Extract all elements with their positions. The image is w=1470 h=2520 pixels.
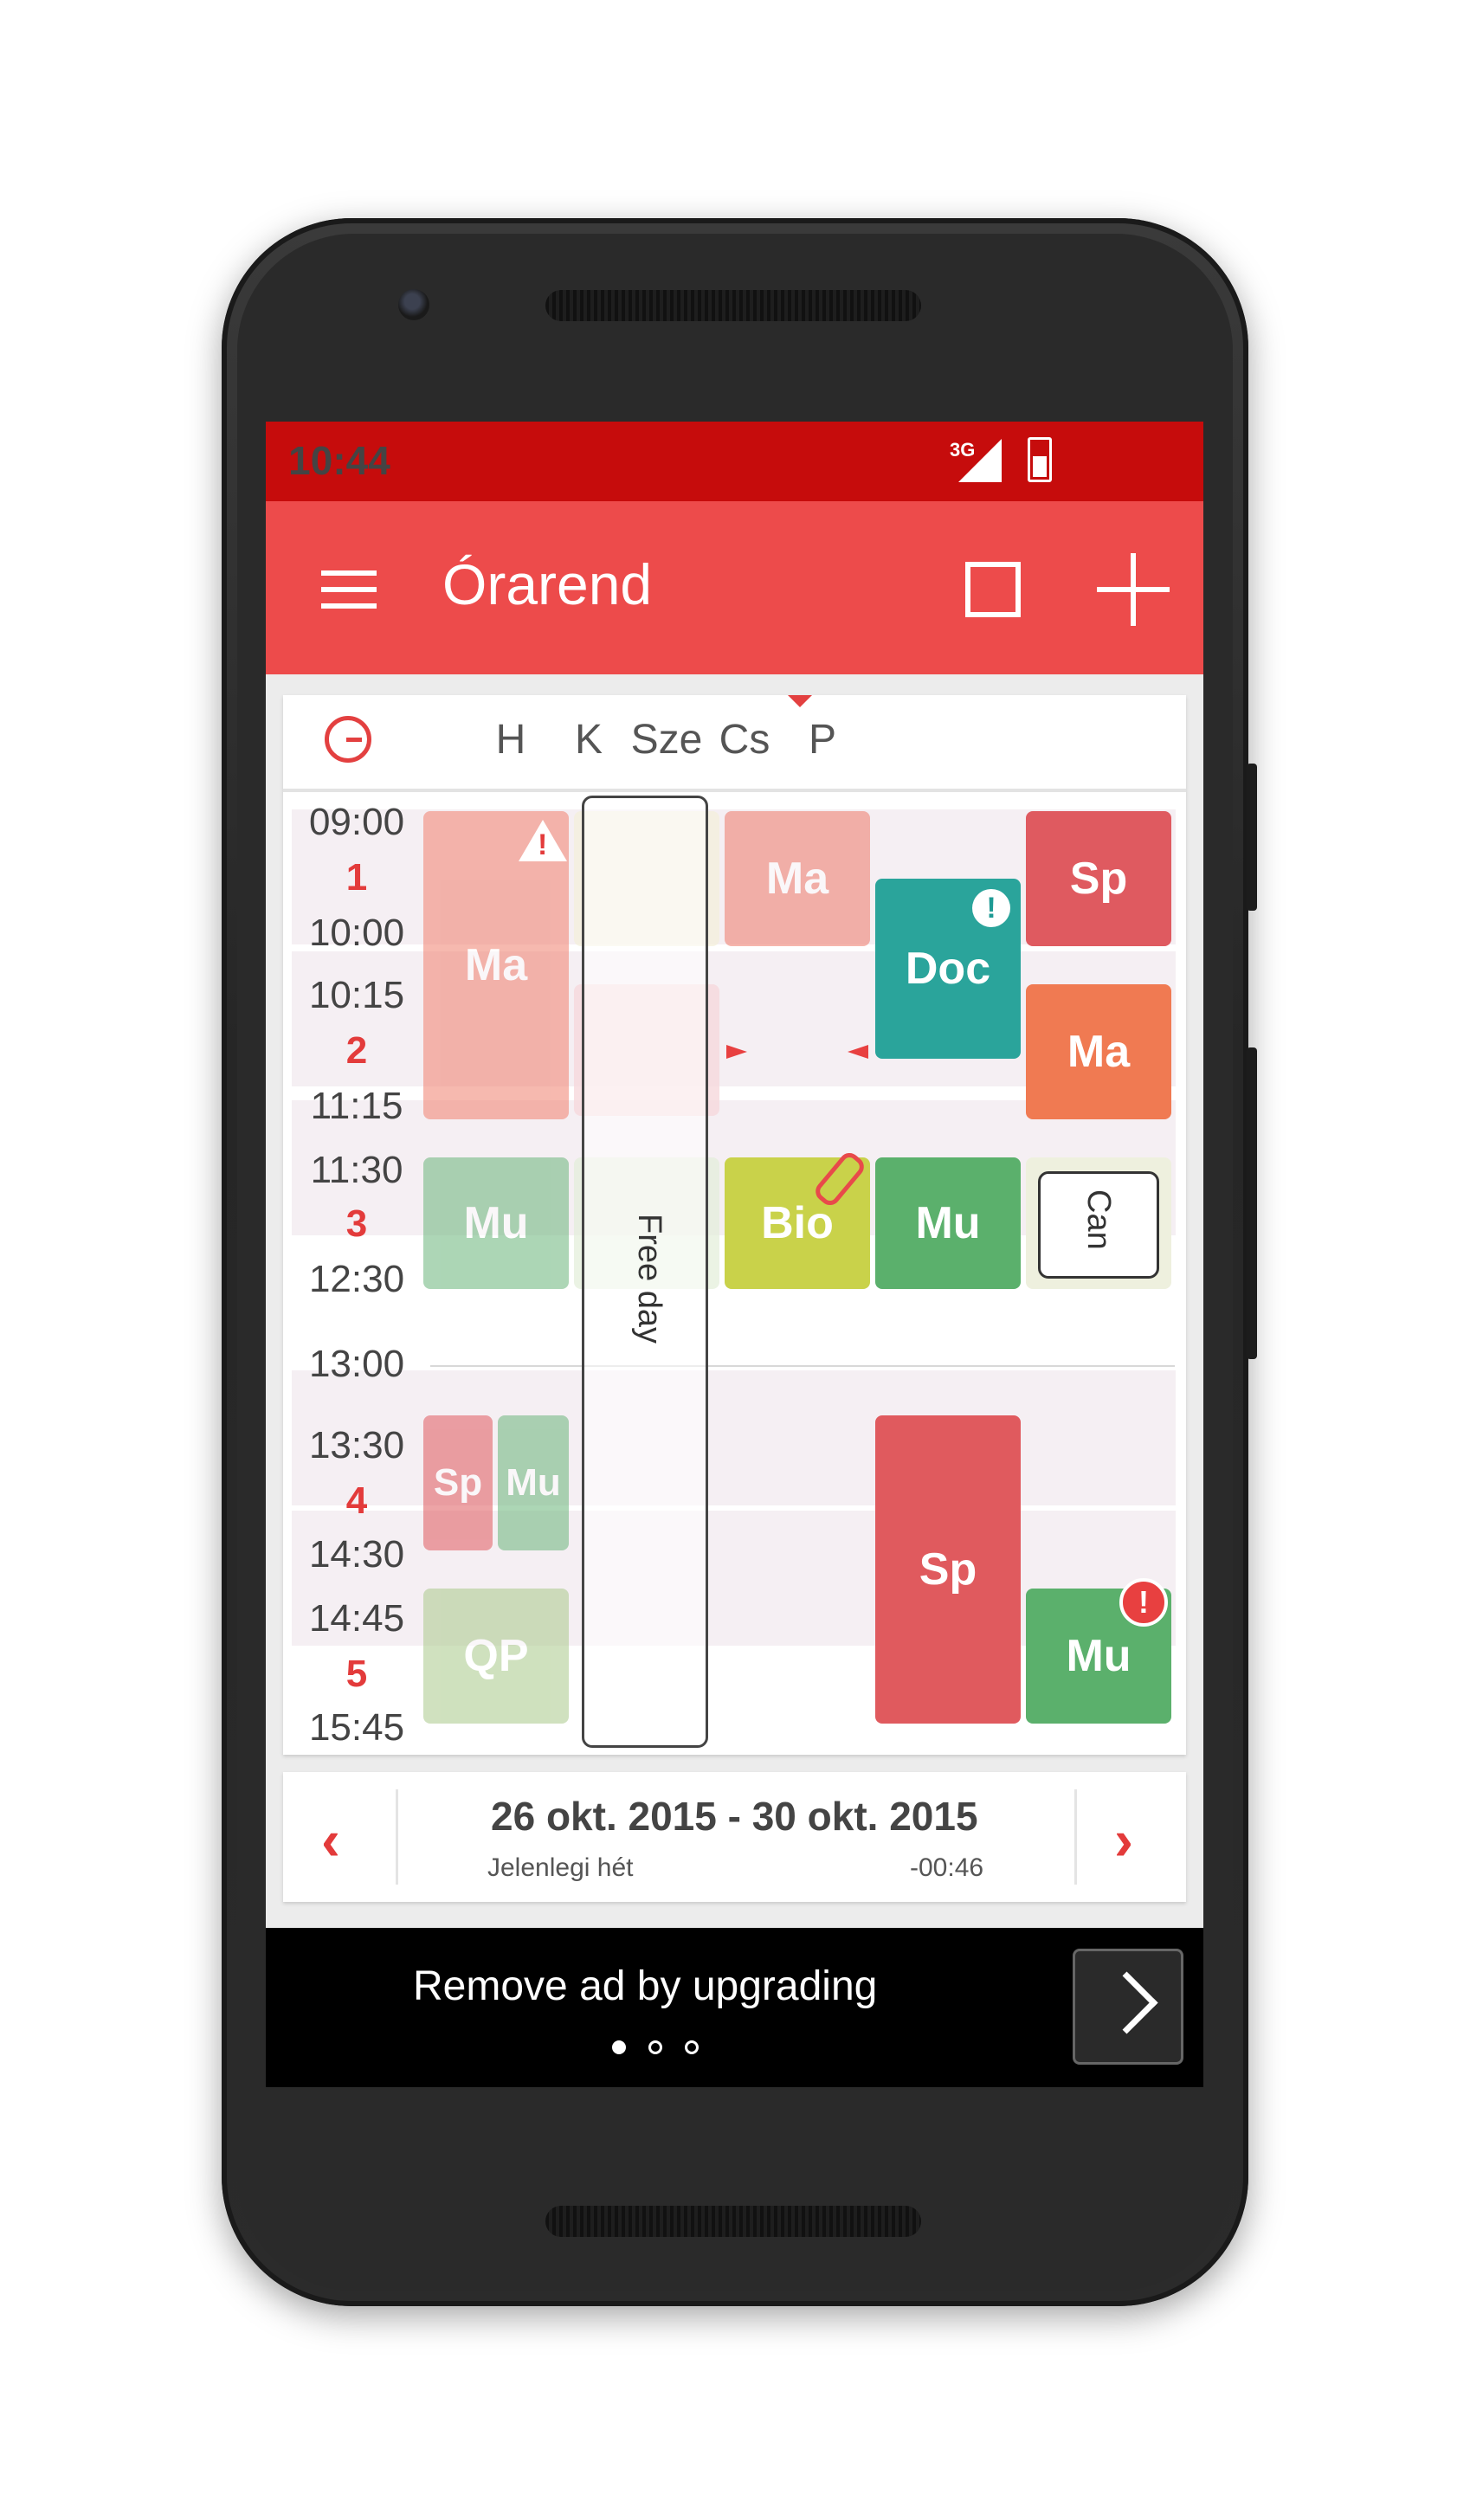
timetable: H K Sze Cs P 09:00 1 10:00 10:15 2 11:15…: [283, 695, 1186, 1755]
add-icon[interactable]: [1097, 553, 1170, 626]
period-number: 1: [345, 856, 368, 899]
period-number: 3: [345, 1202, 368, 1245]
time-offset: -00:46: [910, 1853, 984, 1882]
select-icon[interactable]: [965, 562, 1021, 617]
period-number: 2: [345, 1029, 368, 1072]
now-marker: [848, 1045, 868, 1059]
warning-icon: !: [519, 820, 567, 861]
clock: 10:44: [288, 438, 390, 483]
day-p[interactable]: P: [770, 716, 874, 764]
pager-dot: [612, 2040, 626, 2054]
pager-dot: [685, 2040, 699, 2054]
cancelled-lesson[interactable]: Can: [1038, 1171, 1159, 1279]
lesson-cs-sp[interactable]: Sp: [875, 1415, 1021, 1724]
period-number: 4: [345, 1479, 368, 1522]
screen: 3G 10:44 Órarend H K Sze Cs P 09:00 1 10…: [266, 422, 1203, 2087]
signal-icon: [958, 439, 1002, 482]
week-range: 26 okt. 2015 - 30 okt. 2015: [491, 1794, 978, 1839]
lesson-sze-ma[interactable]: Ma: [725, 811, 870, 946]
today-marker: [788, 695, 812, 707]
status-bar: 3G 10:44: [266, 422, 1203, 501]
clock-icon[interactable]: [325, 716, 371, 763]
note-icon: !: [972, 889, 1010, 927]
period-start: 10:15: [308, 974, 405, 1016]
lesson-p-sp[interactable]: Sp: [1026, 811, 1171, 946]
pager-dots: [612, 2040, 721, 2059]
period-start: 13:30: [308, 1424, 405, 1466]
week-label: Jelenlegi hét: [487, 1853, 634, 1882]
period-end: 12:30: [308, 1258, 405, 1300]
day-header: H K Sze Cs P: [283, 695, 1186, 792]
break-time: 13:00: [308, 1343, 405, 1385]
cancel-label: Can: [1080, 1189, 1117, 1250]
lesson-h-mu2[interactable]: Mu: [498, 1415, 569, 1550]
break-line: [430, 1365, 1175, 1367]
period-end: 10:00: [308, 912, 405, 954]
pager-dot: [648, 2040, 662, 2054]
period-end: 14:30: [308, 1533, 405, 1576]
ad-text: Remove ad by upgrading: [413, 1963, 878, 2009]
upgrade-arrow-button[interactable]: [1073, 1949, 1183, 2065]
period-number: 5: [345, 1653, 368, 1695]
period-start: 14:45: [308, 1597, 405, 1640]
period-end: 15:45: [308, 1706, 405, 1749]
alert-icon: !: [1119, 1578, 1168, 1627]
divider: [396, 1789, 398, 1885]
period-start: 09:00: [308, 801, 405, 843]
battery-icon: [1028, 437, 1052, 482]
bottom-speaker: [545, 2206, 921, 2237]
app-bar: Órarend: [266, 501, 1203, 674]
menu-icon[interactable]: [321, 570, 377, 609]
lesson-h-qp[interactable]: QP: [423, 1589, 569, 1724]
week-navigator: ‹ 26 okt. 2015 - 30 okt. 2015 Jelenlegi …: [283, 1772, 1186, 1902]
lesson-h-mu[interactable]: Mu: [423, 1157, 569, 1289]
volume-button: [1247, 1047, 1257, 1359]
chevron-left-icon[interactable]: ‹: [321, 1807, 340, 1872]
lesson-h-sp[interactable]: Sp: [423, 1415, 493, 1550]
front-camera: [398, 289, 429, 320]
period-start: 11:30: [310, 1149, 403, 1191]
earpiece-speaker: [545, 290, 921, 321]
period-end: 11:15: [310, 1085, 403, 1127]
app-title: Órarend: [442, 552, 653, 616]
free-day-label: Free day: [631, 1214, 667, 1344]
ad-banner[interactable]: Remove ad by upgrading: [266, 1928, 1203, 2087]
free-day[interactable]: Free day: [582, 796, 708, 1748]
power-button: [1247, 764, 1257, 911]
lesson-cs-mu[interactable]: Mu: [875, 1157, 1021, 1289]
chevron-right-icon[interactable]: ›: [1114, 1807, 1133, 1872]
lesson-p-ma[interactable]: Ma: [1026, 984, 1171, 1119]
now-marker: [726, 1045, 747, 1059]
divider: [1074, 1789, 1077, 1885]
